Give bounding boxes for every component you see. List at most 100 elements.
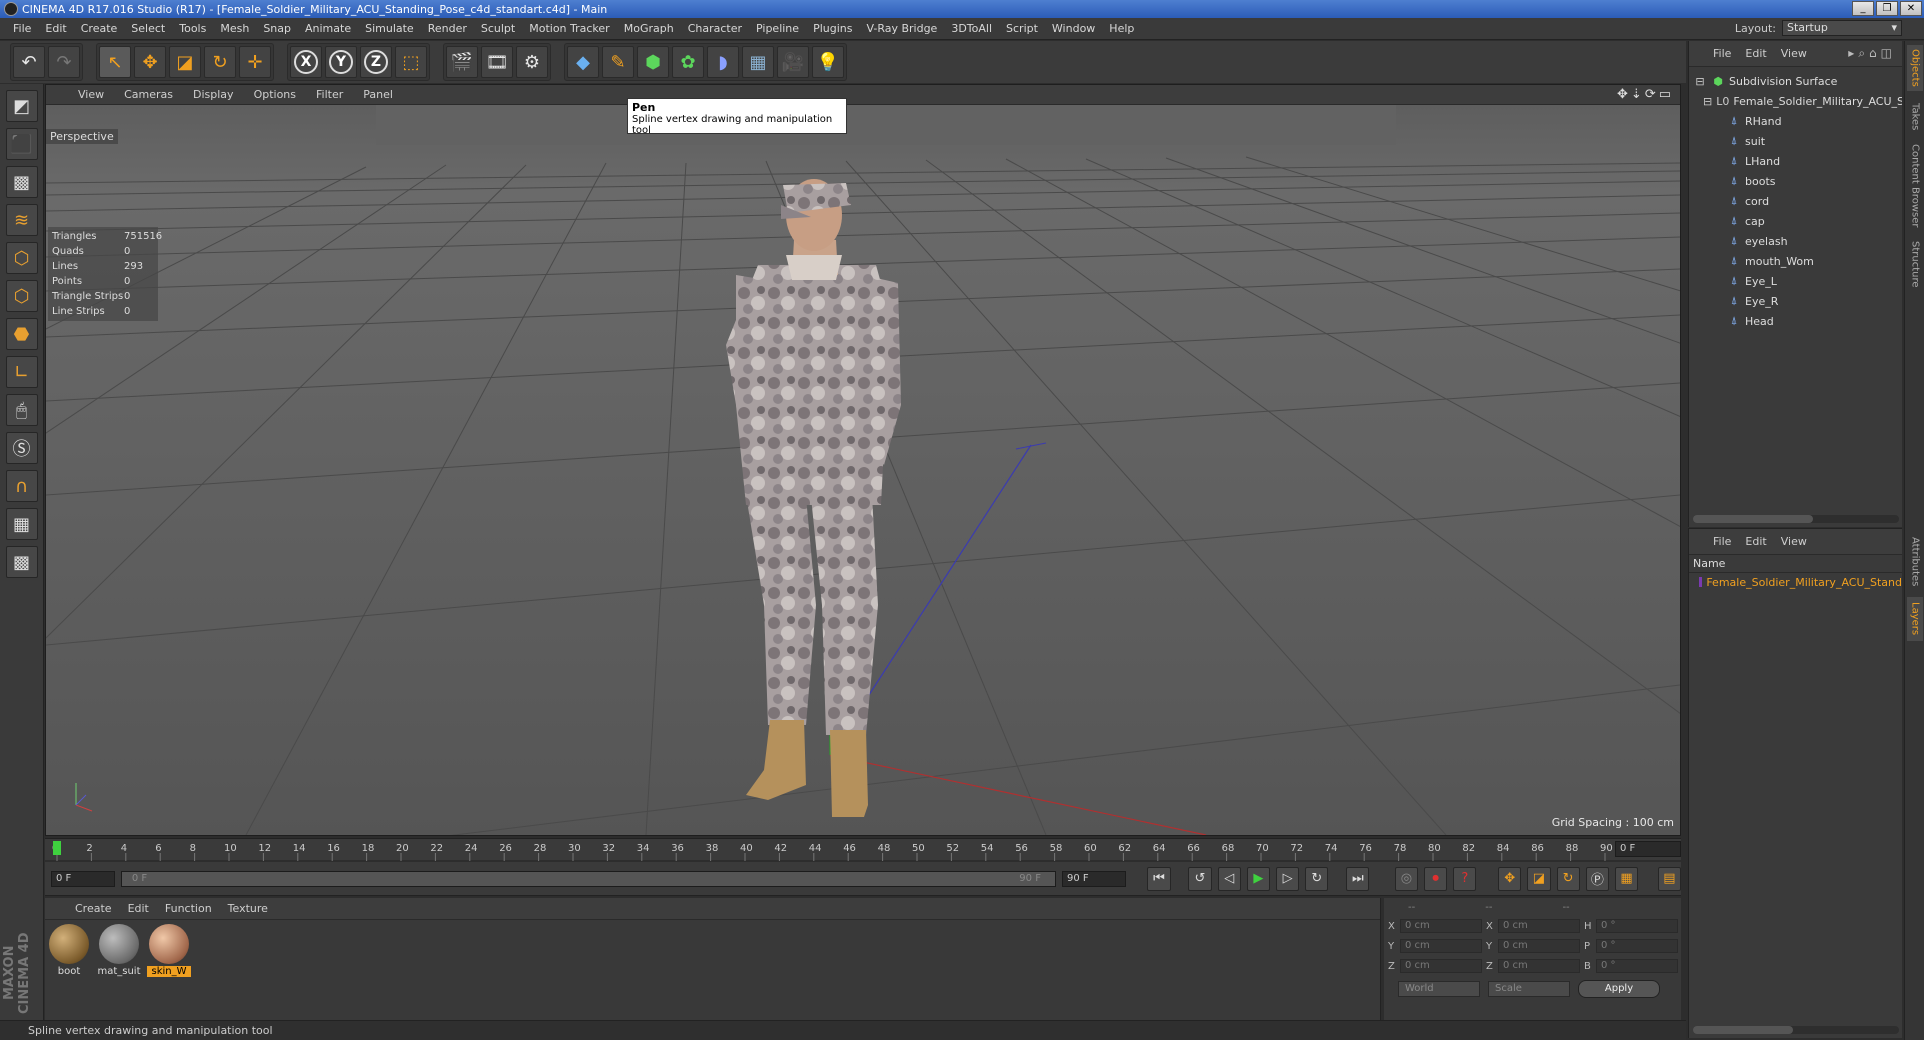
rotation-b-field[interactable]: 0 °: [1596, 959, 1678, 973]
menu-select[interactable]: Select: [124, 22, 172, 35]
viewport-menu-view[interactable]: View: [68, 88, 114, 101]
layers-menu-edit[interactable]: Edit: [1745, 535, 1766, 548]
object-tree-row[interactable]: ⍋ mouth_Wom: [1689, 251, 1902, 271]
coordinate-space-dropdown[interactable]: World: [1398, 981, 1480, 997]
key-pla-icon[interactable]: ▦: [1614, 866, 1639, 891]
record-active-icon[interactable]: ⏺: [1424, 866, 1448, 891]
live-selection-icon[interactable]: ↖: [99, 46, 131, 78]
object-manager-toolbar-icons[interactable]: ▸⌕⌂◫: [1848, 46, 1896, 61]
object-tree-row[interactable]: ⍋ suit: [1689, 131, 1902, 151]
viewport-menu-filter[interactable]: Filter: [306, 88, 353, 101]
z-axis-icon[interactable]: Z: [360, 46, 392, 78]
object-tree-row[interactable]: ⍋ Head: [1689, 311, 1902, 331]
floor-icon[interactable]: ▦: [742, 46, 774, 78]
viewport-menu-display[interactable]: Display: [183, 88, 244, 101]
light-icon[interactable]: 💡: [812, 46, 844, 78]
menu-snap[interactable]: Snap: [256, 22, 298, 35]
material-swatch[interactable]: skin_W: [147, 924, 191, 977]
viewport-menu-panel[interactable]: Panel: [353, 88, 403, 101]
timeline-ruler[interactable]: 0246810121416182022242628303234363840424…: [45, 838, 1681, 861]
menu-tools[interactable]: Tools: [172, 22, 213, 35]
redo-icon[interactable]: ↷: [48, 46, 80, 78]
subdivision-surface-icon[interactable]: ⬢: [637, 46, 669, 78]
undo-icon[interactable]: ↶: [13, 46, 45, 78]
previous-key-icon[interactable]: ◁: [1217, 866, 1241, 891]
object-tree-row[interactable]: ⍋ LHand: [1689, 151, 1902, 171]
menu-motion-tracker[interactable]: Motion Tracker: [522, 22, 616, 35]
loop-back-icon[interactable]: ↺: [1188, 866, 1212, 891]
menu-character[interactable]: Character: [681, 22, 749, 35]
render-settings-icon[interactable]: ⚙: [516, 46, 548, 78]
play-icon[interactable]: ▶: [1246, 866, 1270, 891]
menu-mesh[interactable]: Mesh: [213, 22, 256, 35]
object-tree-row[interactable]: ⍋ eyelash: [1689, 231, 1902, 251]
timeline-window-icon[interactable]: ▤: [1657, 866, 1682, 891]
menu-3dtoall[interactable]: 3DToAll: [944, 22, 999, 35]
y-axis-icon[interactable]: Y: [325, 46, 357, 78]
menu-animate[interactable]: Animate: [298, 22, 358, 35]
viewport-navigation-icons[interactable]: ✥⇣⟳▭: [1617, 87, 1674, 102]
size-y-field[interactable]: 0 cm: [1498, 939, 1580, 953]
close-button[interactable]: ✕: [1900, 1, 1922, 16]
move-icon[interactable]: ✥: [134, 46, 166, 78]
go-to-start-icon[interactable]: ⏮: [1147, 866, 1171, 891]
viewport-menu-cameras[interactable]: Cameras: [114, 88, 183, 101]
snapping-icon[interactable]: ∩: [5, 470, 38, 502]
camera-icon[interactable]: 🎥: [777, 46, 809, 78]
layer-row[interactable]: Female_Soldier_Military_ACU_Stand: [1689, 573, 1902, 591]
material-swatch[interactable]: mat_suit: [97, 924, 141, 977]
start-frame-field[interactable]: 0 F: [51, 870, 115, 887]
loop-forward-icon[interactable]: ↻: [1305, 866, 1329, 891]
rotate-icon[interactable]: ↻: [204, 46, 236, 78]
objects-menu-file[interactable]: File: [1713, 47, 1731, 60]
size-mode-dropdown[interactable]: Scale: [1488, 981, 1570, 997]
rotation-p-field[interactable]: 0 °: [1596, 939, 1678, 953]
menu-create[interactable]: Create: [74, 22, 125, 35]
current-frame-field[interactable]: 0 F: [1615, 841, 1681, 857]
workplane-lock-icon[interactable]: ▦: [5, 508, 38, 540]
recent-tool-icon[interactable]: ✛: [239, 46, 271, 78]
material-menu-texture[interactable]: Texture: [220, 902, 276, 915]
position-x-field[interactable]: 0 cm: [1400, 919, 1482, 933]
pen-icon[interactable]: ✎: [602, 46, 634, 78]
object-tree-row[interactable]: ⍋ cap: [1689, 211, 1902, 231]
layer-color-swatch[interactable]: [1699, 577, 1703, 587]
menu-sculpt[interactable]: Sculpt: [474, 22, 522, 35]
menu-window[interactable]: Window: [1045, 22, 1102, 35]
expand-toggle-icon[interactable]: ⊟: [1703, 94, 1712, 108]
render-view-icon[interactable]: 🎬: [446, 46, 478, 78]
tab-structure[interactable]: Structure: [1907, 235, 1923, 293]
cloner-icon[interactable]: ✿: [672, 46, 704, 78]
menu-file[interactable]: File: [6, 22, 38, 35]
position-z-field[interactable]: 0 cm: [1400, 959, 1482, 973]
tab-layers[interactable]: Layers: [1907, 597, 1923, 641]
layout-dropdown[interactable]: Startup: [1782, 20, 1902, 36]
size-x-field[interactable]: 0 cm: [1498, 919, 1580, 933]
object-tree-row[interactable]: ⍋ RHand: [1689, 111, 1902, 131]
rotation-h-field[interactable]: 0 °: [1596, 919, 1678, 933]
layers-menu-view[interactable]: View: [1781, 535, 1807, 548]
go-to-end-icon[interactable]: ⏭: [1346, 866, 1370, 891]
object-tree-row[interactable]: ⊟ ⬢ Subdivision Surface: [1689, 71, 1902, 91]
motion-record-icon[interactable]: ◎: [1394, 866, 1419, 891]
apply-button[interactable]: Apply: [1578, 980, 1660, 998]
key-rotation-icon[interactable]: ↻: [1556, 866, 1580, 891]
menu-pipeline[interactable]: Pipeline: [749, 22, 806, 35]
material-menu-function[interactable]: Function: [157, 902, 220, 915]
model-mode-icon[interactable]: ⬛: [5, 128, 38, 160]
menu-render[interactable]: Render: [421, 22, 474, 35]
tab-content-browser[interactable]: Content Browser: [1907, 141, 1923, 231]
tab-objects[interactable]: Objects: [1907, 45, 1923, 91]
autokey-icon[interactable]: ?: [1453, 866, 1477, 891]
coordinate-system-icon[interactable]: ⬚: [395, 46, 427, 78]
end-frame-field[interactable]: 90 F: [1061, 870, 1126, 887]
menu-simulate[interactable]: Simulate: [358, 22, 421, 35]
viewport-menu-options[interactable]: Options: [244, 88, 306, 101]
objects-menu-edit[interactable]: Edit: [1745, 47, 1766, 60]
tab-takes[interactable]: Takes: [1907, 97, 1923, 137]
size-z-field[interactable]: 0 cm: [1498, 959, 1580, 973]
object-tree-row[interactable]: ⍋ Eye_L: [1689, 271, 1902, 291]
make-editable-icon[interactable]: ◩: [5, 90, 38, 122]
layer-name-column-header[interactable]: Name: [1689, 555, 1902, 573]
playhead-marker[interactable]: [53, 841, 61, 855]
